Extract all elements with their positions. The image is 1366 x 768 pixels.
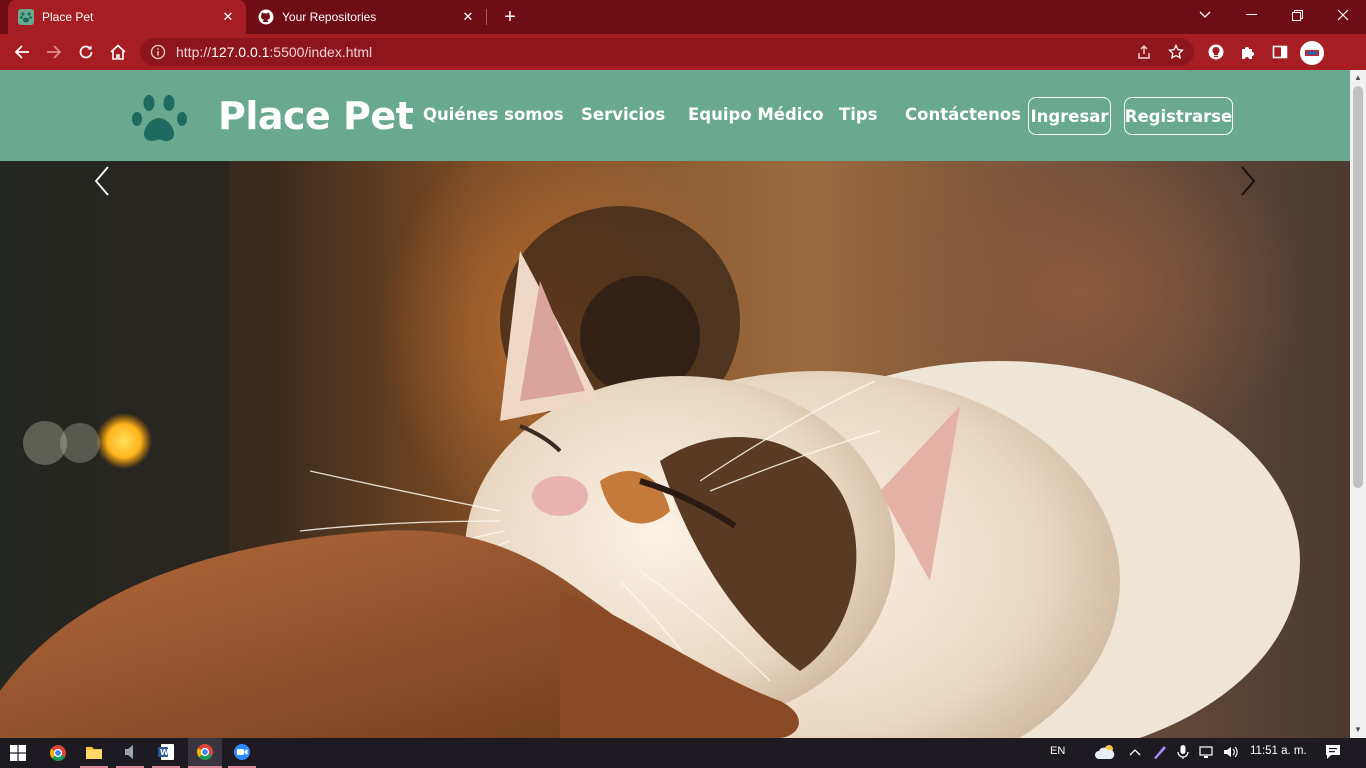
nav-quienes-somos[interactable]: Quiénes somos [423, 105, 564, 124]
notifications-icon[interactable] [1324, 743, 1342, 766]
side-panel-icon [1272, 45, 1288, 59]
home-button[interactable] [104, 38, 132, 66]
url-host: 127.0.0.1 [211, 44, 270, 60]
taskbar-app-sound[interactable] [116, 738, 144, 768]
paw-logo-icon[interactable] [130, 90, 194, 148]
address-bar[interactable]: http://127.0.0.1:5500/index.html [140, 38, 1194, 66]
microphone-icon[interactable] [1176, 744, 1190, 765]
svg-text:W: W [160, 748, 169, 757]
hero-carousel [0, 161, 1350, 738]
taskbar-chrome[interactable] [44, 738, 72, 768]
bookmark-star-icon[interactable] [1168, 44, 1184, 60]
cat-photo [0, 161, 1300, 738]
network-icon[interactable] [1198, 744, 1216, 765]
site-header: Place Pet Quiénes somos Servicios Equipo… [0, 70, 1350, 161]
brand-name[interactable]: Place Pet [218, 94, 414, 138]
tab-strip: Place Pet ✕ Your Repositories ✕ + [0, 0, 1366, 34]
reload-button[interactable] [72, 38, 100, 66]
reload-icon [79, 45, 93, 59]
scrollbar-thumb[interactable] [1353, 86, 1363, 488]
browser-toolbar: http://127.0.0.1:5500/index.html [0, 34, 1366, 70]
weather-icon[interactable] [1094, 743, 1118, 766]
restore-button[interactable] [1274, 0, 1320, 30]
side-panel-button[interactable] [1266, 38, 1294, 66]
page-scrollbar[interactable]: ▲ ▼ [1350, 70, 1366, 738]
clock[interactable]: 11:51 a. m. [1250, 745, 1307, 757]
login-button[interactable]: Ingresar [1028, 97, 1111, 135]
arrow-left-icon [14, 45, 29, 59]
nav-tips[interactable]: Tips [839, 105, 878, 124]
taskbar-chrome-active[interactable] [188, 738, 222, 768]
speaker-app-icon [125, 745, 133, 759]
forward-button[interactable] [40, 38, 68, 66]
taskbar-word[interactable]: W [152, 738, 180, 768]
zoom-icon [234, 744, 250, 760]
language-indicator[interactable]: EN [1050, 745, 1065, 757]
paw-favicon-icon [18, 9, 34, 25]
folder-icon [86, 747, 102, 759]
tab-place-pet[interactable]: Place Pet ✕ [8, 0, 246, 34]
nav-servicios[interactable]: Servicios [581, 105, 665, 124]
taskbar: W EN 11:51 a. m. [0, 738, 1366, 768]
word-icon: W [158, 744, 174, 760]
profile-avatar[interactable] [1300, 41, 1324, 65]
url-prefix: http:// [176, 44, 212, 60]
back-button[interactable] [8, 38, 36, 66]
share-icon[interactable] [1136, 44, 1152, 60]
carousel-prev-icon[interactable] [88, 161, 118, 201]
chrome-icon [197, 744, 213, 760]
register-button[interactable]: Registrarse [1124, 97, 1233, 135]
page-viewport: Place Pet Quiénes somos Servicios Equipo… [0, 70, 1350, 738]
site-info-icon [150, 44, 166, 60]
minimize-button[interactable] [1228, 0, 1274, 30]
taskbar-file-explorer[interactable] [80, 738, 108, 768]
close-tab-icon[interactable]: ✕ [460, 9, 476, 25]
tab-title: Place Pet [42, 10, 94, 24]
scroll-down-icon[interactable]: ▼ [1354, 726, 1362, 734]
github-icon [258, 9, 274, 25]
nav-equipo-medico[interactable]: Equipo Médico [688, 105, 824, 124]
chrome-icon [50, 745, 66, 761]
volume-icon[interactable] [1222, 744, 1240, 765]
arrow-right-icon [47, 45, 62, 59]
chevron-up-icon[interactable] [1128, 745, 1142, 764]
extensions-button[interactable] [1234, 38, 1262, 66]
url-path: :5500/index.html [269, 44, 373, 60]
windows-icon [10, 745, 26, 761]
carousel-next-icon[interactable] [1232, 161, 1262, 201]
close-window-button[interactable] [1320, 0, 1366, 30]
start-button[interactable] [0, 738, 36, 768]
tab-separator [486, 9, 487, 25]
tab-your-repositories[interactable]: Your Repositories ✕ [248, 0, 486, 34]
tab-search-icon[interactable] [1182, 0, 1228, 30]
pen-icon[interactable] [1152, 744, 1168, 765]
tab-title: Your Repositories [282, 10, 377, 24]
new-tab-button[interactable]: + [498, 5, 522, 29]
scroll-up-icon[interactable]: ▲ [1354, 74, 1362, 82]
taskbar-zoom[interactable] [228, 738, 256, 768]
close-tab-icon[interactable]: ✕ [220, 9, 236, 25]
puzzle-icon [1242, 47, 1254, 59]
extension-button[interactable] [1202, 38, 1230, 66]
lightbulb-icon [1208, 44, 1224, 60]
nav-contactenos[interactable]: Contáctenos [905, 105, 1021, 124]
home-icon [110, 44, 126, 60]
